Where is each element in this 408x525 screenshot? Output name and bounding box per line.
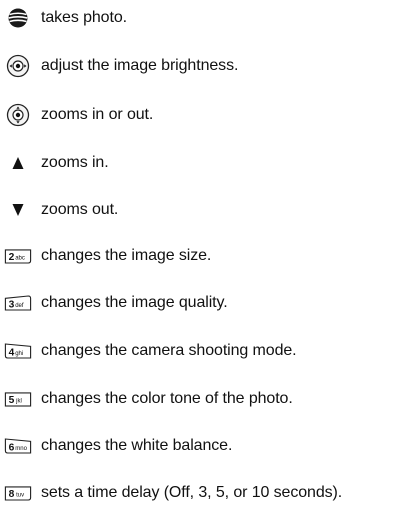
item-description: changes the white balance. <box>41 437 233 454</box>
item-description: takes photo. <box>41 9 127 26</box>
att-globe-key-icon <box>4 0 32 36</box>
key-4-ghi-icon: 4 ghi <box>4 333 32 369</box>
key-letters: jkl <box>15 399 22 405</box>
key-digit: 8 <box>9 489 15 500</box>
list-item: adjust the image brightness. <box>0 48 408 84</box>
down-arrow-icon <box>4 192 32 228</box>
key-digit: 6 <box>9 443 15 454</box>
item-description: adjust the image brightness. <box>41 57 239 74</box>
nav-key-up-down-icon <box>4 97 32 133</box>
up-arrow-icon <box>4 145 32 181</box>
item-description: changes the camera shooting mode. <box>41 342 297 359</box>
item-description: zooms in. <box>41 154 109 171</box>
list-item: 5 jkl changes the color tone of the phot… <box>0 381 408 417</box>
key-letters: mno <box>15 446 27 452</box>
item-description: zooms in or out. <box>41 106 154 123</box>
list-item: zooms in or out. <box>0 97 408 133</box>
list-item: takes photo. <box>0 0 408 36</box>
item-description: zooms out. <box>41 201 119 218</box>
key-digit: 5 <box>9 395 15 406</box>
list-item: 2 abc changes the image size. <box>0 238 408 274</box>
list-item: zooms out. <box>0 192 408 228</box>
key-digit: 2 <box>9 252 15 263</box>
key-5-jkl-icon: 5 jkl <box>4 381 32 417</box>
key-letters: tuv <box>16 493 24 499</box>
key-2-abc-icon: 2 abc <box>4 238 32 274</box>
key-letters: abc <box>15 256 25 262</box>
list-item: 4 ghi changes the camera shooting mode. <box>0 333 408 369</box>
key-3-def-icon: 3 def <box>4 285 32 321</box>
key-8-tuv-icon: 8 tuv <box>4 475 32 511</box>
key-digit: 3 <box>9 300 15 311</box>
key-letters: def <box>15 303 24 309</box>
nav-key-left-right-icon <box>4 48 32 84</box>
item-description: sets a time delay (Off, 3, 5, or 10 seco… <box>41 484 343 501</box>
key-6-mno-icon: 6 mno <box>4 428 32 464</box>
key-digit: 4 <box>9 348 15 359</box>
item-description: changes the image size. <box>41 247 212 264</box>
list-item: 3 def changes the image quality. <box>0 285 408 321</box>
list-item: zooms in. <box>0 145 408 181</box>
list-item: 8 tuv sets a time delay (Off, 3, 5, or 1… <box>0 475 408 511</box>
key-letters: ghi <box>15 351 23 357</box>
list-item: 6 mno changes the white balance. <box>0 428 408 464</box>
item-description: changes the color tone of the photo. <box>41 390 293 407</box>
item-description: changes the image quality. <box>41 294 228 311</box>
